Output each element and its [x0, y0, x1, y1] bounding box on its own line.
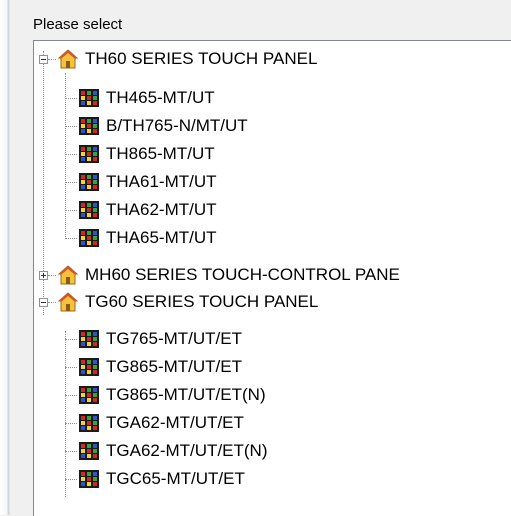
tree-item[interactable]: THA62-MT/UT — [78, 197, 217, 223]
tree-connector — [65, 367, 77, 368]
tree-item-label: TGA62-MT/UT/ET — [106, 413, 244, 432]
tree-connector — [65, 182, 77, 183]
panel-grid-icon — [79, 229, 99, 247]
panel-grid-icon — [79, 173, 99, 191]
tree-connector — [65, 423, 77, 424]
panel-grid-icon — [79, 330, 99, 348]
tree-item-label: TH865-MT/UT — [106, 144, 215, 163]
tree-connector — [65, 331, 66, 497]
tree-item-label: THA65-MT/UT — [106, 228, 217, 247]
tree-item-label: TG865-MT/UT/ET(N) — [106, 385, 266, 404]
tree-group-label: TG60 SERIES TOUCH PANEL — [85, 292, 319, 311]
tree-item-label: TGA62-MT/UT/ET(N) — [106, 441, 268, 460]
tree-item-label: B/TH765-N/MT/UT — [106, 116, 248, 135]
tree-connector — [48, 275, 56, 276]
panel-grid-icon — [79, 117, 99, 135]
tree-connector — [65, 339, 77, 340]
house-icon — [57, 49, 79, 69]
tree-connector — [65, 126, 77, 127]
tree-connector — [48, 59, 56, 60]
house-icon — [57, 292, 79, 312]
tree-item[interactable]: TGC65-MT/UT/ET — [78, 466, 245, 492]
tree-connector — [65, 479, 77, 480]
tree-item-label: TGC65-MT/UT/ET — [106, 469, 245, 488]
tree-item[interactable]: TGA62-MT/UT/ET(N) — [78, 438, 268, 464]
tree-connector — [65, 154, 77, 155]
tree-connector — [65, 238, 77, 239]
tree-connector — [65, 395, 77, 396]
tree-item-label: THA62-MT/UT — [106, 200, 217, 219]
tree-connector — [65, 451, 77, 452]
tree-group-label: TH60 SERIES TOUCH PANEL — [85, 49, 318, 68]
panel-grid-icon — [79, 414, 99, 432]
panel-grid-icon — [79, 201, 99, 219]
expand-toggle-mh60[interactable] — [39, 271, 48, 280]
tree-item-label: TG865-MT/UT/ET — [106, 357, 243, 376]
tree-item[interactable]: TG865-MT/UT/ET — [78, 354, 242, 380]
panel-grid-icon — [79, 145, 99, 163]
panel-grid-icon — [79, 89, 99, 107]
window-left-edge — [0, 0, 14, 515]
tree-item[interactable]: TGA62-MT/UT/ET — [78, 410, 244, 436]
panel-grid-icon — [79, 442, 99, 460]
tree-group-label: MH60 SERIES TOUCH-CONTROL PANE — [85, 265, 400, 284]
tree-group-th60[interactable]: TH60 SERIES TOUCH PANEL — [57, 46, 317, 72]
tree-group-mh60[interactable]: MH60 SERIES TOUCH-CONTROL PANE — [57, 262, 400, 288]
please-select-label: Please select — [33, 16, 123, 33]
tree-item-label: THA61-MT/UT — [106, 172, 217, 191]
tree-group-tg60[interactable]: TG60 SERIES TOUCH PANEL — [57, 289, 318, 315]
tree-connector — [65, 210, 77, 211]
tree-item[interactable]: TG865-MT/UT/ET(N) — [78, 382, 266, 408]
panel-grid-icon — [79, 386, 99, 404]
tree-item[interactable]: THA65-MT/UT — [78, 225, 217, 251]
panel-grid-icon — [79, 358, 99, 376]
house-icon — [57, 265, 79, 285]
tree-item-label: TH465-MT/UT — [106, 88, 215, 107]
collapse-toggle-tg60[interactable] — [39, 298, 48, 307]
tree-item-label: TG765-MT/UT/ET — [106, 329, 243, 348]
model-tree-view[interactable]: TH60 SERIES TOUCH PANEL TH465-MT/UT B/TH… — [33, 40, 511, 516]
tree-item[interactable]: THA61-MT/UT — [78, 169, 217, 195]
panel-grid-icon — [79, 470, 99, 488]
tree-item[interactable]: TG765-MT/UT/ET — [78, 326, 242, 352]
tree-item[interactable]: TH865-MT/UT — [78, 141, 215, 167]
tree-item[interactable]: TH465-MT/UT — [78, 85, 215, 111]
tree-connector — [65, 98, 77, 99]
collapse-toggle-th60[interactable] — [39, 55, 48, 64]
tree-connector — [48, 302, 56, 303]
tree-item[interactable]: B/TH765-N/MT/UT — [78, 113, 248, 139]
